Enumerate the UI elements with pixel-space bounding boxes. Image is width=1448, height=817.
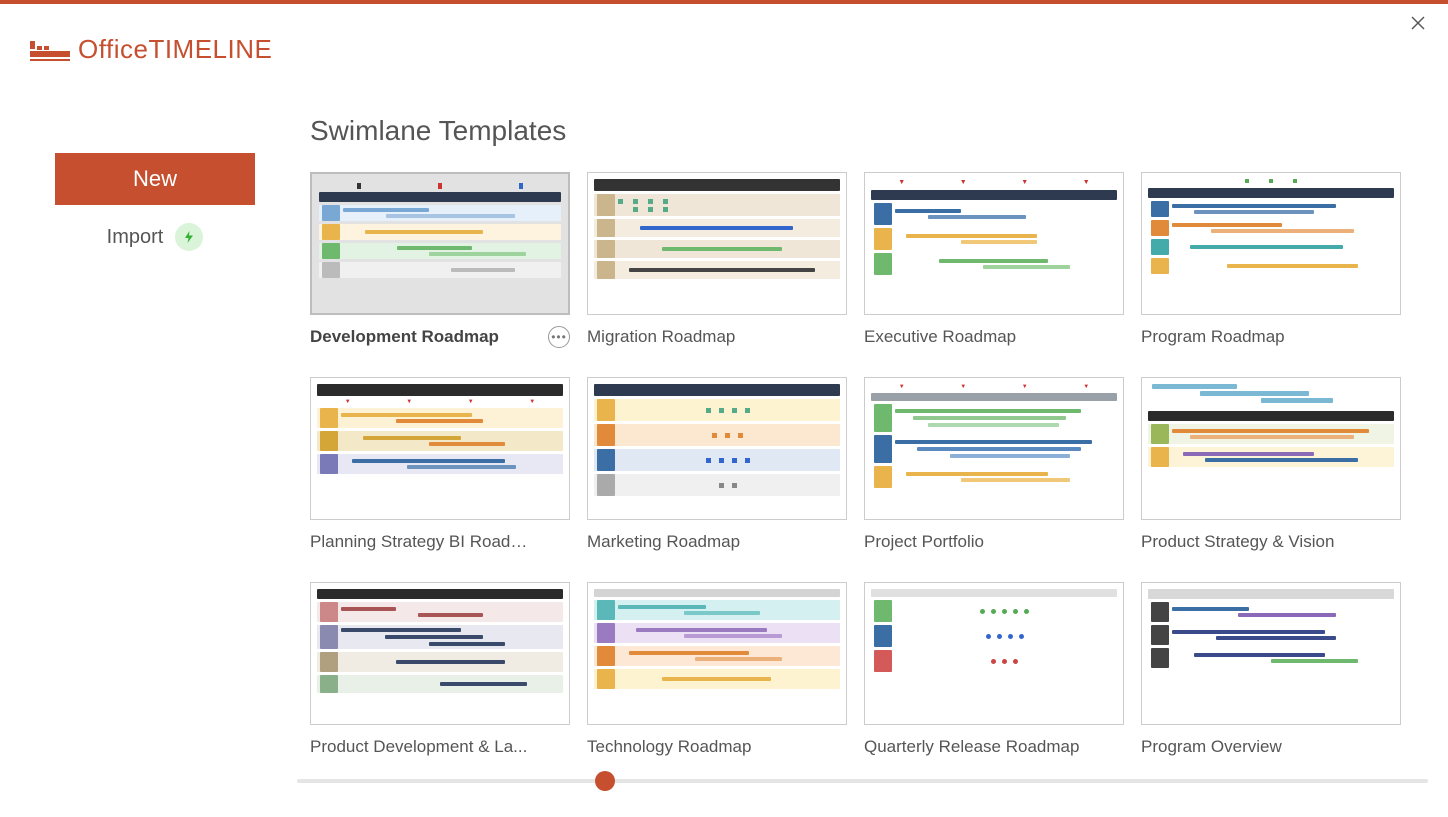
template-card[interactable]: Migration Roadmap••• <box>587 172 847 349</box>
template-thumbnail <box>587 377 847 520</box>
template-label: Technology Roadmap <box>587 737 751 757</box>
template-thumbnail <box>587 172 847 315</box>
template-card[interactable]: Marketing Roadmap••• <box>587 377 847 554</box>
template-grid: Development Roadmap ••• Migration Roadmap… <box>310 172 1428 759</box>
template-card[interactable]: ▼▼▼▼ Planning Strategy BI Roadm...••• <box>310 377 570 554</box>
brand-text-right: TIMELINE <box>148 34 272 64</box>
template-card[interactable]: Development Roadmap ••• <box>310 172 570 349</box>
template-label-row: Marketing Roadmap••• <box>587 530 847 554</box>
lightning-icon <box>175 223 203 251</box>
template-card[interactable]: Technology Roadmap••• <box>587 582 847 759</box>
template-label-row: Technology Roadmap••• <box>587 735 847 759</box>
template-label-row: Migration Roadmap••• <box>587 325 847 349</box>
template-label-row: Program Overview••• <box>1141 735 1401 759</box>
template-card[interactable]: Program Roadmap••• <box>1141 172 1401 349</box>
template-thumbnail <box>1141 377 1401 520</box>
new-button[interactable]: New <box>55 153 255 205</box>
page-title: Swimlane Templates <box>310 115 1428 147</box>
template-card[interactable]: Program Overview••• <box>1141 582 1401 759</box>
scroll-thumb[interactable] <box>595 771 615 791</box>
template-label-row: Product Strategy & Vision••• <box>1141 530 1401 554</box>
template-label: Project Portfolio <box>864 532 984 552</box>
import-button[interactable]: Import <box>107 223 204 251</box>
template-label-row: Quarterly Release Roadmap••• <box>864 735 1124 759</box>
template-card[interactable]: ▼▼▼▼ Executive Roadmap••• <box>864 172 1124 349</box>
template-thumbnail <box>864 582 1124 725</box>
template-thumbnail <box>1141 172 1401 315</box>
template-label-row: Project Portfolio••• <box>864 530 1124 554</box>
main-panel: Swimlane Templates Development Roadmap ••… <box>310 115 1448 759</box>
template-card[interactable]: Product Development & La...••• <box>310 582 570 759</box>
template-label-row: Development Roadmap ••• <box>310 325 570 349</box>
template-label: Program Roadmap <box>1141 327 1285 347</box>
more-options-icon[interactable]: ••• <box>548 326 570 348</box>
template-label: Product Development & La... <box>310 737 527 757</box>
template-label: Program Overview <box>1141 737 1282 757</box>
close-icon <box>1411 16 1425 35</box>
template-label: Product Strategy & Vision <box>1141 532 1334 552</box>
template-thumbnail: ▼▼▼▼ <box>864 172 1124 315</box>
template-thumbnail: ▼▼▼▼ <box>310 377 570 520</box>
template-thumbnail <box>587 582 847 725</box>
template-label: Planning Strategy BI Roadm... <box>310 532 535 552</box>
template-thumbnail <box>1141 582 1401 725</box>
template-label: Development Roadmap <box>310 327 499 347</box>
app-logo-text: OfficeTIMELINE <box>78 34 272 65</box>
template-label: Marketing Roadmap <box>587 532 740 552</box>
template-label: Migration Roadmap <box>587 327 735 347</box>
template-thumbnail <box>310 582 570 725</box>
template-card[interactable]: Quarterly Release Roadmap••• <box>864 582 1124 759</box>
template-label: Executive Roadmap <box>864 327 1016 347</box>
import-label: Import <box>107 226 164 249</box>
close-button[interactable] <box>1408 15 1428 35</box>
template-label-row: Program Roadmap••• <box>1141 325 1401 349</box>
template-card[interactable]: ▼▼▼▼ Project Portfolio••• <box>864 377 1124 554</box>
template-thumbnail: ▼▼▼▼ <box>864 377 1124 520</box>
app-logo-icon <box>30 35 70 65</box>
horizontal-scrollbar[interactable] <box>297 779 1428 783</box>
template-label-row: Product Development & La...••• <box>310 735 570 759</box>
template-label: Quarterly Release Roadmap <box>864 737 1079 757</box>
app-header: OfficeTIMELINE <box>0 4 1448 65</box>
template-label-row: Planning Strategy BI Roadm...••• <box>310 530 570 554</box>
sidebar: New Import <box>0 115 310 759</box>
template-thumbnail <box>310 172 570 315</box>
template-card[interactable]: Product Strategy & Vision••• <box>1141 377 1401 554</box>
brand-text-left: Office <box>78 34 148 64</box>
template-label-row: Executive Roadmap••• <box>864 325 1124 349</box>
